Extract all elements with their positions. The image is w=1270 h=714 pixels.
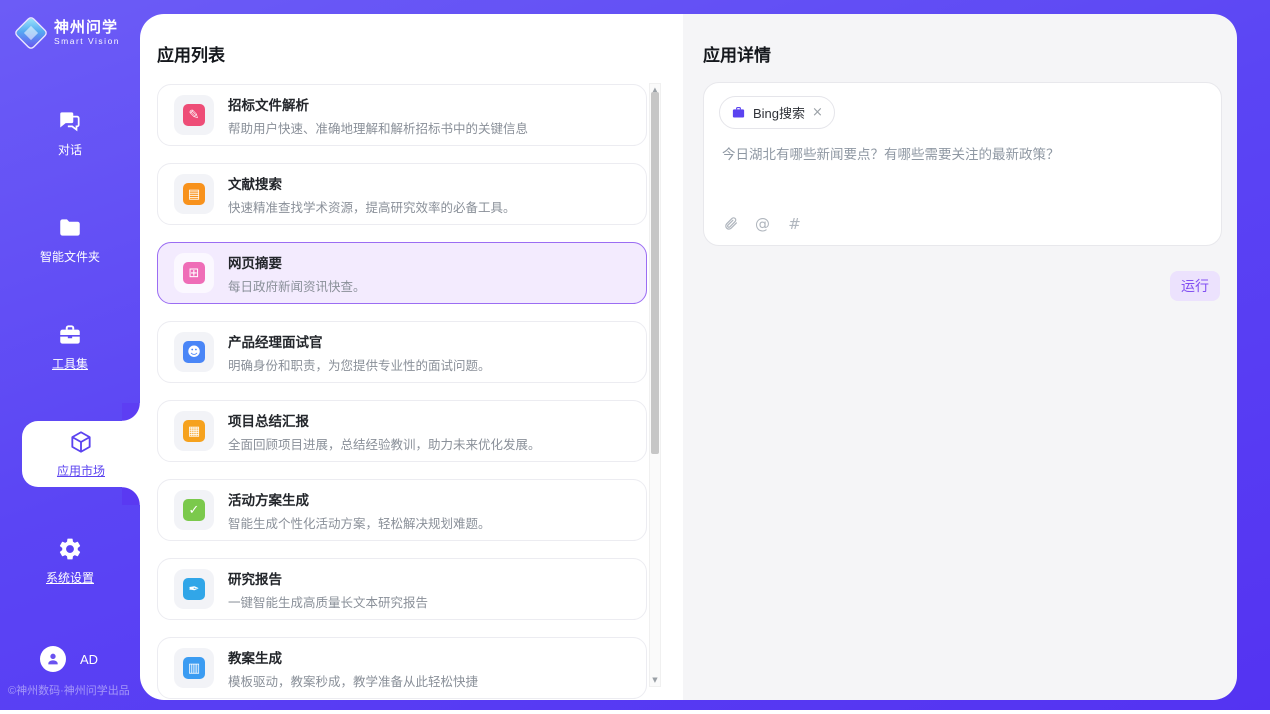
app-card-description: 帮助用户快速、准确地理解和解析招标书中的关键信息	[228, 118, 528, 137]
app-card-title: 教案生成	[228, 647, 478, 667]
sidebar-item-3[interactable]: 应用市场	[22, 421, 140, 487]
window-frame: 神州问学 Smart Vision 对话 智能文件夹 工具集 应用市场 系统设置…	[0, 0, 1270, 710]
sidebar-item-2[interactable]: 工具集	[0, 314, 140, 380]
sidebar-item-label: 对话	[58, 141, 82, 158]
app-icon-tile: ✓	[174, 490, 214, 530]
brand-subtitle: Smart Vision	[54, 36, 120, 46]
app-icon-tile: ✒	[174, 569, 214, 609]
scrollbar-thumb[interactable]	[651, 92, 659, 454]
app-card-1[interactable]: ▤ 文献搜索 快速精准查找学术资源，提高研究效率的必备工具。	[157, 163, 647, 225]
sidebar-item-label: 智能文件夹	[40, 248, 100, 265]
chat-icon	[57, 108, 83, 134]
app-card-title: 网页摘要	[228, 252, 366, 272]
tool-tag-label: Bing搜索	[753, 103, 805, 122]
app-card-3[interactable]: ☻ 产品经理面试官 明确身份和职责，为您提供专业性的面试问题。	[157, 321, 647, 383]
app-card-description: 明确身份和职责，为您提供专业性的面试问题。	[228, 355, 491, 374]
app-card-title: 活动方案生成	[228, 489, 491, 509]
briefcase-icon	[731, 105, 746, 120]
app-card-description: 智能生成个性化活动方案，轻松解决规划难题。	[228, 513, 491, 532]
app-card-list: ✎ 招标文件解析 帮助用户快速、准确地理解和解析招标书中的关键信息 ▤ 文献搜索…	[157, 84, 647, 700]
hashtag-icon[interactable]: #	[786, 215, 803, 232]
app-card-title: 产品经理面试官	[228, 331, 491, 351]
scrollbar[interactable]: ▲ ▼	[649, 83, 661, 687]
research-pen-icon: ✒	[183, 578, 205, 600]
brand-logo: 神州问学 Smart Vision	[0, 0, 140, 48]
sidebar-item-label: 系统设置	[46, 569, 94, 586]
prompt-card: Bing搜索 × 今日湖北有哪些新闻要点？有哪些需要关注的最新政策？ @ #	[703, 82, 1222, 246]
edit-document-icon: ✎	[183, 104, 205, 126]
interviewer-icon: ☻	[183, 341, 205, 363]
sidebar-nav: 对话 智能文件夹 工具集 应用市场 系统设置	[0, 100, 140, 594]
app-card-description: 全面回顾项目进展，总结经验教训，助力未来优化发展。	[228, 434, 541, 453]
folder-icon	[57, 215, 83, 241]
run-button[interactable]: 运行	[1170, 271, 1220, 301]
app-card-title: 研究报告	[228, 568, 428, 588]
books-icon: ▥	[183, 657, 205, 679]
gear-icon	[57, 536, 83, 562]
sidebar-item-4[interactable]: 系统设置	[0, 528, 140, 594]
app-detail-panel: 应用详情 Bing搜索 × 今日湖北有哪些新闻要点？有哪些需要关注的最新政策？ …	[683, 14, 1237, 700]
tool-tag-bing-search[interactable]: Bing搜索 ×	[719, 96, 835, 129]
app-card-description: 模板驱动，教案秒成，教学准备从此轻松快捷	[228, 671, 478, 690]
avatar[interactable]	[40, 646, 66, 672]
sidebar-item-0[interactable]: 对话	[0, 100, 140, 166]
sidebar-item-label: 工具集	[52, 355, 88, 372]
app-card-title: 文献搜索	[228, 173, 516, 193]
sidebar-item-label: 应用市场	[57, 462, 105, 479]
sidebar-item-1[interactable]: 智能文件夹	[0, 207, 140, 273]
app-icon-tile: ▤	[174, 174, 214, 214]
diamond-logo-icon	[16, 18, 46, 48]
app-card-6[interactable]: ✒ 研究报告 一键智能生成高质量长文本研究报告	[157, 558, 647, 620]
copyright-footer: ©神州数码·神州问学出品	[8, 682, 130, 698]
app-card-2[interactable]: ⊞ 网页摘要 每日政府新闻资讯快查。	[157, 242, 647, 304]
prompt-input[interactable]: 今日湖北有哪些新闻要点？有哪些需要关注的最新政策？	[722, 145, 1203, 165]
app-list-panel: 应用列表 ✎ 招标文件解析 帮助用户快速、准确地理解和解析招标书中的关键信息 ▤…	[140, 14, 683, 700]
report-calendar-icon: ▦	[183, 420, 205, 442]
app-detail-title: 应用详情	[703, 41, 771, 66]
app-icon-tile: ▥	[174, 648, 214, 688]
app-icon-tile: ☻	[174, 332, 214, 372]
book-icon: ▤	[183, 183, 205, 205]
app-list-title: 应用列表	[157, 41, 225, 66]
app-icon-tile: ⊞	[174, 253, 214, 293]
app-card-description: 一键智能生成高质量长文本研究报告	[228, 592, 428, 611]
app-card-title: 招标文件解析	[228, 94, 528, 114]
app-card-title: 项目总结汇报	[228, 410, 541, 430]
mention-icon[interactable]: @	[754, 215, 771, 232]
app-icon-tile: ✎	[174, 95, 214, 135]
app-card-description: 每日政府新闻资讯快查。	[228, 276, 366, 295]
app-card-7[interactable]: ▥ 教案生成 模板驱动，教案秒成，教学准备从此轻松快捷	[157, 637, 647, 699]
webpage-icon: ⊞	[183, 262, 205, 284]
user-row[interactable]: AD	[40, 646, 98, 672]
cube-icon	[68, 429, 94, 455]
app-card-description: 快速精准查找学术资源，提高研究效率的必备工具。	[228, 197, 516, 216]
app-card-5[interactable]: ✓ 活动方案生成 智能生成个性化活动方案，轻松解决规划难题。	[157, 479, 647, 541]
app-card-4[interactable]: ▦ 项目总结汇报 全面回顾项目进展，总结经验教训，助力未来优化发展。	[157, 400, 647, 462]
attachment-icon[interactable]	[722, 215, 739, 232]
clipboard-check-icon: ✓	[183, 499, 205, 521]
user-initials: AD	[80, 652, 98, 667]
app-card-0[interactable]: ✎ 招标文件解析 帮助用户快速、准确地理解和解析招标书中的关键信息	[157, 84, 647, 146]
scroll-down-icon[interactable]: ▼	[650, 674, 660, 686]
close-icon[interactable]: ×	[812, 106, 823, 119]
composer-toolbar: @ #	[722, 215, 803, 232]
sidebar: 神州问学 Smart Vision 对话 智能文件夹 工具集 应用市场 系统设置…	[0, 0, 140, 710]
brand-name: 神州问学	[54, 20, 120, 37]
app-icon-tile: ▦	[174, 411, 214, 451]
toolbox-icon	[57, 322, 83, 348]
